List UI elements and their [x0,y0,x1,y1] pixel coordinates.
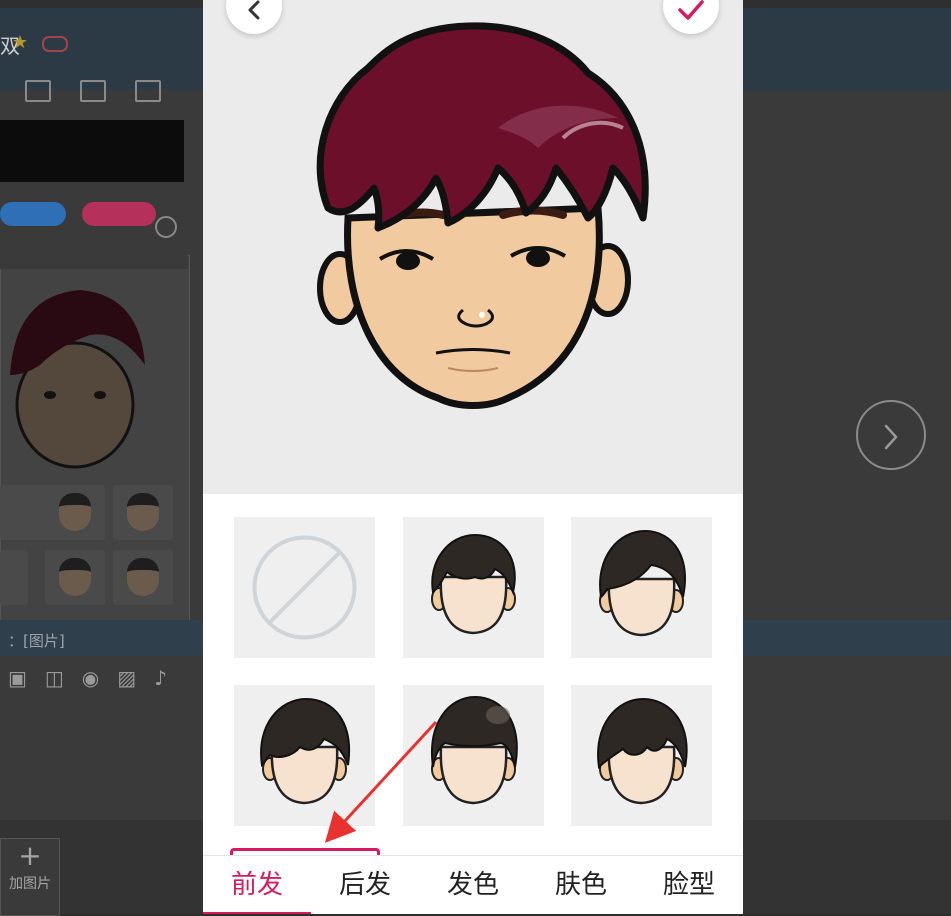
tab-hair-color[interactable]: 发色 [419,856,527,914]
star-icon: ★ [12,32,29,53]
option-hair-style-1[interactable] [403,517,544,658]
hair-style-1-icon [431,533,516,635]
chevron-right-icon [884,424,898,450]
hair-style-4-icon [431,695,518,805]
confirm-button[interactable] [663,0,719,34]
plus-icon: + [18,839,42,872]
hair-style-3-icon [260,697,351,805]
phone-status-bar [0,255,188,269]
option-hair-style-4[interactable] [403,685,544,826]
no-hair-icon [252,535,357,640]
thumb-hair-5[interactable] [113,550,173,605]
option-hair-style-5[interactable] [571,685,712,826]
back-button[interactable] [226,0,282,34]
chevron-left-icon [248,0,260,20]
male-pill[interactable] [0,202,66,226]
message-hint: ：[图片] [8,632,65,650]
hair-style-5-icon [597,697,688,805]
thumb-hair-1[interactable] [45,485,105,540]
avatar-preview-small [10,290,145,469]
folder-icon[interactable] [80,80,106,102]
thumb-hair-3[interactable] [0,550,28,605]
avatar-face [316,22,649,409]
option-hair-style-3[interactable] [234,685,375,826]
add-image-label: 加图片 [9,876,51,892]
option-hair-style-2[interactable] [571,517,712,658]
thumb-hair-4[interactable] [45,550,105,605]
check-icon [678,0,704,20]
next-arrow-button[interactable] [856,400,926,470]
tab-back-hair[interactable]: 后发 [311,856,419,914]
tab-face-shape[interactable]: 脸型 [635,856,743,914]
chat-toolbar-icons[interactable]: ▣◫◉▨♪ [8,666,185,690]
option-no-hair[interactable] [234,517,375,658]
tab-bar: 前发 后发 发色 肤色 脸型 [203,855,743,914]
add-image-button[interactable]: + 加图片 [0,838,60,916]
tab-skin-color[interactable]: 肤色 [527,856,635,914]
avatar-preview [203,0,743,494]
screen-share-icon[interactable] [25,80,51,102]
toggle-icon [42,36,68,52]
monitor-icon[interactable] [135,80,161,102]
banner [0,120,184,182]
location-pill[interactable] [82,202,156,226]
tab-front-hair[interactable]: 前发 [203,856,311,914]
avatar-editor: 前发 后发 发色 肤色 脸型 [203,0,743,914]
zoom-icon[interactable] [155,216,177,238]
thumb-hair-2[interactable] [113,485,173,540]
hair-style-2-icon [599,529,686,637]
